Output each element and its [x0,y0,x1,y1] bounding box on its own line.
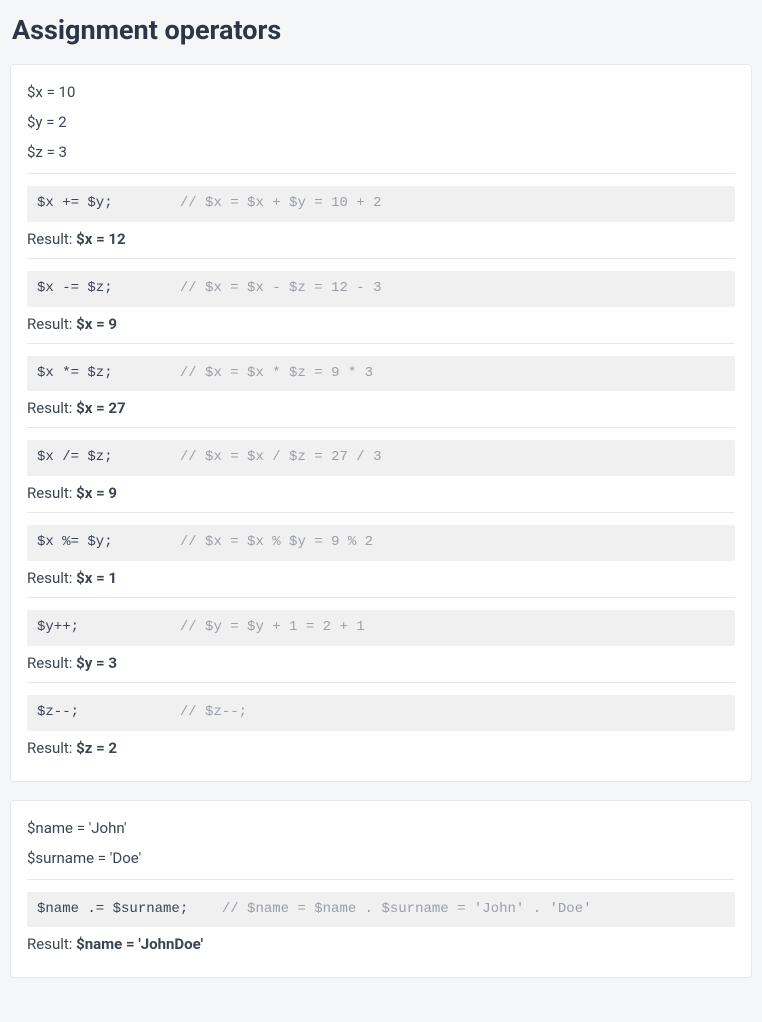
result-label: Result: [27,399,76,417]
code-comment: // $x = $x / $z = 27 / 3 [180,449,382,465]
divider [27,258,735,259]
result-value: $x = 9 [76,315,117,333]
result-value: $x = 12 [76,230,126,248]
result-line: Result: $name = 'JohnDoe' [27,935,735,953]
code-statement: $name .= $surname; [37,901,188,917]
result-label: Result: [27,654,76,672]
code-block: $x -= $z; // $x = $x - $z = 12 - 3 [27,271,735,307]
result-line: Result: $x = 9 [27,484,735,502]
example-section: $x *= $z; // $x = $x * $z = 9 * 3 Result… [27,356,735,418]
code-comment: // $x = $x % $y = 9 % 2 [180,534,373,550]
code-comment: // $y = $y + 1 = 2 + 1 [180,619,365,635]
card-numeric-operators: $x = 10 $y = 2 $z = 3 $x += $y; // $x = … [10,64,752,782]
code-statement: $x %= $y; [37,534,113,550]
example-section: $y++; // $y = $y + 1 = 2 + 1 Result: $y … [27,610,735,672]
result-label: Result: [27,315,76,333]
code-statement: $z--; [37,704,79,720]
result-value: $x = 9 [76,484,117,502]
result-line: Result: $x = 9 [27,315,735,333]
code-statement: $y++; [37,619,79,635]
result-line: Result: $z = 2 [27,739,735,757]
page: Assignment operators $x = 10 $y = 2 $z =… [0,0,762,1010]
example-section: $x %= $y; // $x = $x % $y = 9 % 2 Result… [27,525,735,587]
divider [27,173,735,174]
divider [27,597,735,598]
divider [27,879,735,880]
result-label: Result: [27,935,76,953]
code-statement: $x *= $z; [37,365,113,381]
result-label: Result: [27,230,76,248]
result-value: $name = 'JohnDoe' [76,935,203,953]
result-line: Result: $x = 1 [27,569,735,587]
result-line: Result: $y = 3 [27,654,735,672]
code-block: $x += $y; // $x = $x + $y = 10 + 2 [27,186,735,222]
code-comment: // $z--; [180,704,247,720]
example-section: $x /= $z; // $x = $x / $z = 27 / 3 Resul… [27,440,735,502]
code-statement: $x -= $z; [37,280,113,296]
result-line: Result: $x = 27 [27,399,735,417]
code-comment: // $name = $name . $surname = 'John' . '… [222,901,592,917]
result-label: Result: [27,569,76,587]
result-value: $z = 2 [76,739,117,757]
result-value: $x = 1 [76,569,117,587]
card-string-operators: $name = 'John' $surname = 'Doe' $name .=… [10,800,752,979]
divider [27,682,735,683]
var-line: $name = 'John' [27,819,735,837]
page-title: Assignment operators [12,14,752,46]
code-comment: // $x = $x - $z = 12 - 3 [180,280,382,296]
code-block: $x /= $z; // $x = $x / $z = 27 / 3 [27,440,735,476]
code-comment: // $x = $x * $z = 9 * 3 [180,365,373,381]
code-block: $name .= $surname; // $name = $name . $s… [27,892,735,928]
code-comment: // $x = $x + $y = 10 + 2 [180,195,382,211]
var-line: $y = 2 [27,113,735,131]
divider [27,512,735,513]
code-statement: $x += $y; [37,195,113,211]
result-line: Result: $x = 12 [27,230,735,248]
example-section: $name .= $surname; // $name = $name . $s… [27,892,735,954]
variable-declarations: $name = 'John' $surname = 'Doe' [27,819,735,867]
code-statement: $x /= $z; [37,449,113,465]
result-label: Result: [27,739,76,757]
divider [27,343,735,344]
code-block: $x *= $z; // $x = $x * $z = 9 * 3 [27,356,735,392]
result-label: Result: [27,484,76,502]
variable-declarations: $x = 10 $y = 2 $z = 3 [27,83,735,161]
example-section: $x += $y; // $x = $x + $y = 10 + 2 Resul… [27,186,735,248]
code-block: $z--; // $z--; [27,695,735,731]
example-section: $x -= $z; // $x = $x - $z = 12 - 3 Resul… [27,271,735,333]
var-line: $z = 3 [27,143,735,161]
var-line: $surname = 'Doe' [27,849,735,867]
example-section: $z--; // $z--; Result: $z = 2 [27,695,735,757]
var-line: $x = 10 [27,83,735,101]
result-value: $y = 3 [76,654,117,672]
result-value: $x = 27 [76,399,126,417]
divider [27,427,735,428]
code-block: $y++; // $y = $y + 1 = 2 + 1 [27,610,735,646]
code-block: $x %= $y; // $x = $x % $y = 9 % 2 [27,525,735,561]
